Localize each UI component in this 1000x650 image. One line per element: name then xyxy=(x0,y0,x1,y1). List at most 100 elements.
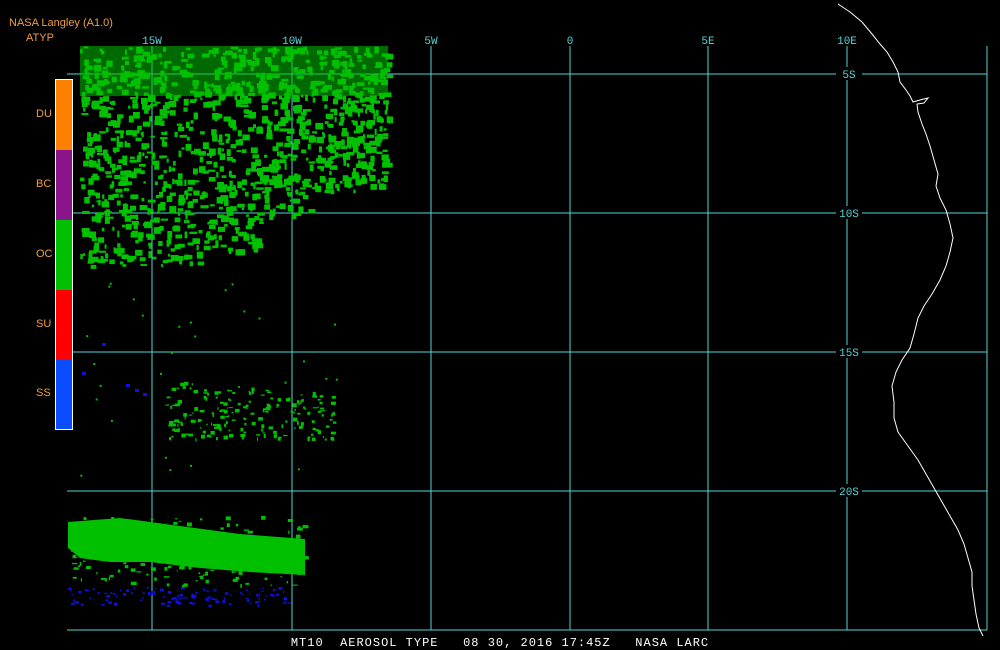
aerosol-oc-cell xyxy=(142,540,146,543)
aerosol-oc-cell xyxy=(340,145,348,150)
aerosol-oc-cell xyxy=(213,424,217,427)
aerosol-oc-cell xyxy=(343,159,347,166)
aerosol-oc-cell xyxy=(307,412,311,414)
aerosol-oc-cell xyxy=(124,203,127,209)
aerosol-oc-cell xyxy=(160,174,164,178)
aerosol-oc-cell xyxy=(176,387,180,389)
aerosol-oc-cell xyxy=(146,233,154,238)
aerosol-oc-cell xyxy=(302,109,307,114)
aerosol-oc-cell xyxy=(82,98,90,102)
aerosol-oc-cell xyxy=(198,572,201,575)
aerosol-oc-cell xyxy=(129,97,136,100)
aerosol-oc-cell xyxy=(183,255,188,260)
aerosol-oc-cell xyxy=(87,143,93,147)
aerosol-ss-cell xyxy=(264,598,266,601)
aerosol-oc-cell xyxy=(184,179,187,186)
aerosol-oc-cell xyxy=(186,532,192,537)
aerosol-oc-cell xyxy=(192,412,194,414)
aerosol-oc-cell xyxy=(123,188,129,191)
aerosol-oc-cell xyxy=(311,420,315,424)
aerosol-oc-cell xyxy=(113,538,116,542)
aerosol-field xyxy=(68,46,394,608)
aerosol-oc-cell xyxy=(273,430,277,434)
aerosol-oc-cell xyxy=(103,106,106,111)
aerosol-ss-cell xyxy=(71,594,73,596)
aerosol-oc-cell xyxy=(328,177,336,183)
aerosol-oc-cell xyxy=(150,567,156,571)
aerosol-oc-cell xyxy=(377,179,381,184)
aerosol-oc-cell xyxy=(112,226,115,231)
aerosol-oc-cell xyxy=(319,401,323,405)
aerosol-ss-cell xyxy=(155,588,157,590)
aerosol-oc-cell xyxy=(384,110,388,115)
aerosol-oc-cell xyxy=(173,160,176,166)
aerosol-oc-cell xyxy=(315,122,324,130)
aerosol-oc-cell xyxy=(330,189,335,195)
aerosol-oc-cell xyxy=(300,400,302,404)
longitude-label: 10W xyxy=(282,36,302,48)
aerosol-oc-cell xyxy=(91,237,97,242)
aerosol-oc-cell xyxy=(291,555,294,558)
aerosol-oc-cell xyxy=(237,203,245,208)
aerosol-oc-cell xyxy=(131,526,136,530)
aerosol-oc-cell xyxy=(118,181,126,186)
aerosol-oc-cell xyxy=(73,567,79,570)
longitude-label: 5E xyxy=(701,36,715,48)
aerosol-oc-cell xyxy=(243,431,247,434)
aerosol-oc-cell xyxy=(284,163,287,170)
aerosol-oc-cell xyxy=(178,325,181,328)
aerosol-oc-cell xyxy=(138,250,143,255)
aerosol-oc-cell xyxy=(111,167,116,173)
aerosol-oc-cell xyxy=(147,199,156,203)
aerosol-oc-cell xyxy=(202,170,209,174)
aerosol-oc-cell xyxy=(347,109,353,117)
aerosol-oc-cell xyxy=(278,121,286,127)
aerosol-oc-cell xyxy=(284,381,287,384)
aerosol-oc-cell xyxy=(141,197,145,202)
aerosol-oc-cell xyxy=(231,411,234,414)
aerosol-oc-cell xyxy=(211,412,215,415)
aerosol-oc-cell xyxy=(226,149,231,157)
aerosol-oc-cell xyxy=(232,392,236,394)
aerosol-oc-cell xyxy=(281,547,288,552)
aerosol-oc-cell xyxy=(139,205,148,211)
aerosol-oc-cell xyxy=(100,256,104,262)
aerosol-oc-cell xyxy=(376,142,381,147)
aerosol-oc-cell xyxy=(290,158,297,161)
aerosol-oc-cell xyxy=(271,175,276,178)
aerosol-ss-cell xyxy=(143,393,147,396)
aerosol-oc-cell xyxy=(224,133,230,137)
aerosol-oc-cell xyxy=(166,158,169,163)
aerosol-ss-cell xyxy=(162,596,165,598)
aerosol-oc-cell xyxy=(300,123,306,131)
aerosol-oc-cell xyxy=(237,402,241,406)
aerosol-oc-cell xyxy=(148,251,152,259)
aerosol-oc-cell xyxy=(366,134,375,138)
aerosol-oc-cell xyxy=(189,231,198,234)
aerosol-oc-cell xyxy=(75,556,78,558)
aerosol-oc-cell xyxy=(207,231,211,236)
aerosol-oc-cell xyxy=(356,108,364,113)
aerosol-oc-cell xyxy=(216,424,221,428)
aerosol-ss-cell xyxy=(126,384,130,387)
aerosol-oc-cell xyxy=(125,223,132,230)
aerosol-oc-cell xyxy=(130,232,138,238)
aerosol-oc-cell xyxy=(94,133,97,140)
aerosol-oc-cell xyxy=(350,100,355,106)
aerosol-oc-cell xyxy=(114,168,118,171)
aerosol-oc-cell xyxy=(192,212,196,215)
aerosol-oc-cell xyxy=(276,406,279,408)
aerosol-oc-cell xyxy=(288,175,296,182)
aerosol-oc-cell xyxy=(185,413,187,416)
aerosol-oc-cell xyxy=(167,565,172,569)
aerosol-oc-cell xyxy=(236,150,241,153)
aerosol-oc-cell xyxy=(206,161,213,165)
aerosol-oc-cell xyxy=(129,160,137,163)
aerosol-oc-cell xyxy=(229,206,234,211)
aerosol-oc-cell xyxy=(203,574,208,576)
aerosol-oc-cell xyxy=(162,112,167,119)
aerosol-ss-cell xyxy=(216,600,219,602)
aerosol-oc-cell xyxy=(237,130,242,137)
aerosol-oc-cell xyxy=(336,184,340,188)
aerosol-oc-cell xyxy=(333,411,335,413)
